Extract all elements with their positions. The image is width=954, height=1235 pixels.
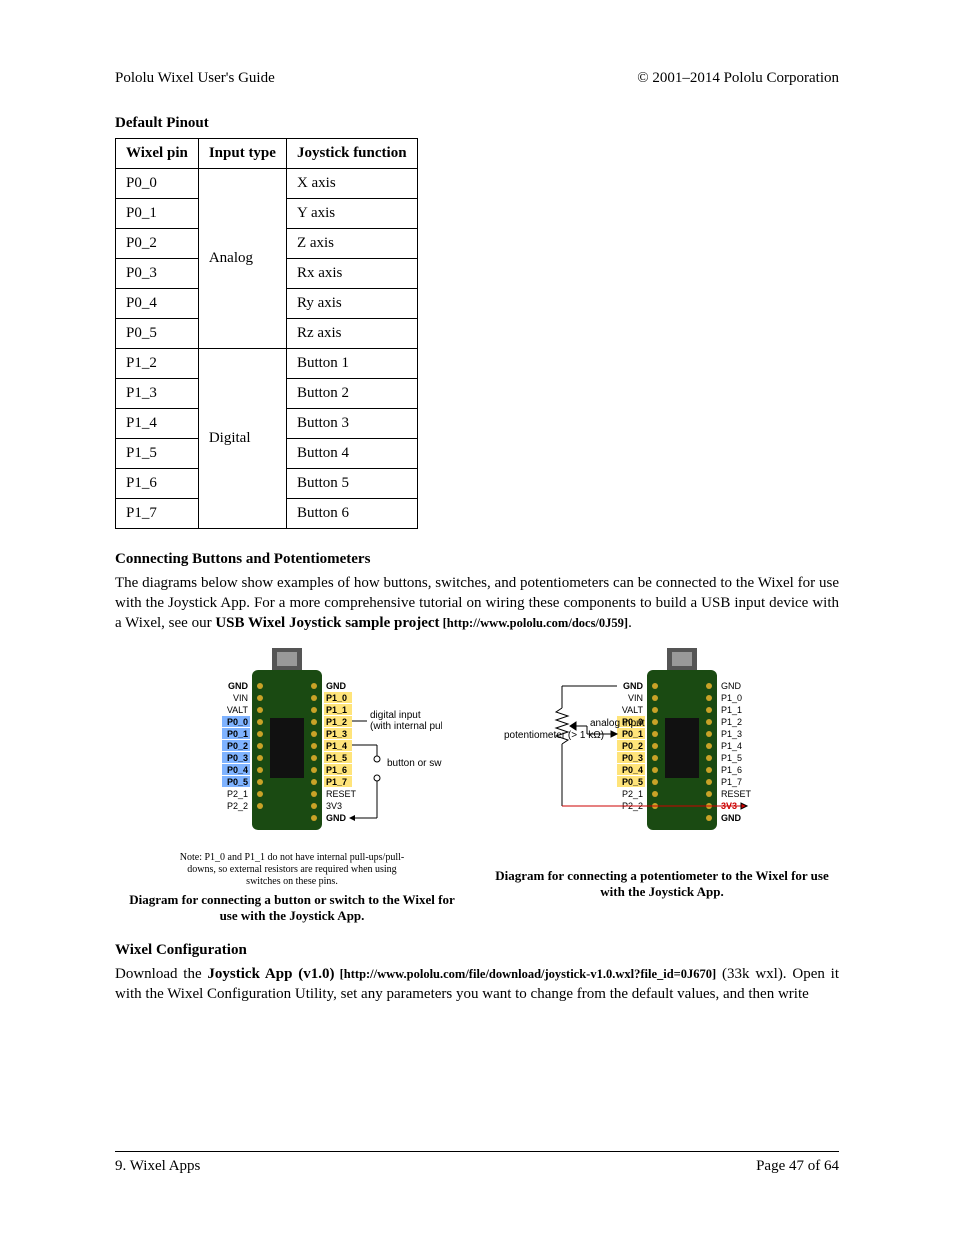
- svg-text:P1_4: P1_4: [721, 741, 742, 751]
- svg-text:P2_1: P2_1: [227, 789, 248, 799]
- svg-text:RESET: RESET: [721, 789, 752, 799]
- svg-text:P2_2: P2_2: [227, 801, 248, 811]
- svg-text:analog input: analog input: [590, 718, 645, 729]
- svg-text:P1_1: P1_1: [721, 705, 742, 715]
- svg-text:button or switch: button or switch: [387, 758, 442, 769]
- footer-section: 9. Wixel Apps: [115, 1158, 200, 1175]
- footer-page: Page 47 of 64: [756, 1158, 839, 1175]
- svg-text:P1_2: P1_2: [326, 717, 347, 727]
- diagram-button-icon: GND VIN VALT P0_0 P0_1 P0_2 P0_3 P0_4 P0…: [142, 648, 442, 848]
- svg-text:P1_5: P1_5: [721, 753, 742, 763]
- svg-text:P1_6: P1_6: [326, 765, 347, 775]
- svg-text:RESET: RESET: [326, 789, 357, 799]
- svg-text:P1_3: P1_3: [326, 729, 347, 739]
- svg-text:P1_3: P1_3: [721, 729, 742, 739]
- heading-connecting: Connecting Buttons and Potentiometers: [115, 551, 839, 568]
- svg-text:P1_4: P1_4: [326, 741, 347, 751]
- svg-text:VALT: VALT: [622, 705, 644, 715]
- svg-text:P0_2: P0_2: [622, 741, 643, 751]
- page-footer: 9. Wixel Apps Page 47 of 64: [115, 1151, 839, 1175]
- link-joystick-app[interactable]: Joystick App (v1.0): [207, 966, 334, 982]
- page-header: Pololu Wixel User's Guide © 2001–2014 Po…: [115, 70, 839, 87]
- svg-text:P1_7: P1_7: [721, 777, 742, 787]
- svg-text:P0_2: P0_2: [227, 741, 248, 751]
- table-row: P1_2DigitalButton 1: [116, 349, 418, 379]
- figure2-caption: Diagram for connecting a potentiometer t…: [492, 868, 832, 901]
- th-pin: Wixel pin: [116, 139, 199, 169]
- svg-text:P1_7: P1_7: [326, 777, 347, 787]
- svg-text:VALT: VALT: [227, 705, 249, 715]
- svg-text:P0_4: P0_4: [622, 765, 643, 775]
- table-header-row: Wixel pin Input type Joystick function: [116, 139, 418, 169]
- svg-text:digital input: digital input: [370, 710, 421, 721]
- pinout-table: Wixel pin Input type Joystick function P…: [115, 138, 418, 529]
- page: Pololu Wixel User's Guide © 2001–2014 Po…: [0, 0, 954, 1235]
- paragraph-connecting: The diagrams below show examples of how …: [115, 574, 839, 634]
- svg-text:P0_5: P0_5: [227, 777, 248, 787]
- svg-text:P2_1: P2_1: [622, 789, 643, 799]
- svg-text:(with internal pull-up enabled: (with internal pull-up enabled): [370, 721, 442, 732]
- svg-text:P0_1: P0_1: [227, 729, 248, 739]
- svg-text:GND: GND: [623, 681, 644, 691]
- svg-text:potentiometer (> 1 kΩ): potentiometer (> 1 kΩ): [504, 730, 604, 741]
- header-right: © 2001–2014 Pololu Corporation: [637, 70, 839, 87]
- figure-pot-diagram: GND VIN VALT P0_0 P0_1 P0_2 P0_3 P0_4 P0…: [492, 648, 832, 925]
- svg-text:GND: GND: [326, 681, 347, 691]
- diagram-potentiometer-icon: GND VIN VALT P0_0 P0_1 P0_2 P0_3 P0_4 P0…: [502, 648, 822, 848]
- svg-text:GND: GND: [721, 813, 742, 823]
- svg-text:GND: GND: [721, 681, 742, 691]
- svg-text:GND: GND: [326, 813, 347, 823]
- svg-text:P0_3: P0_3: [622, 753, 643, 763]
- svg-text:P0_3: P0_3: [227, 753, 248, 763]
- svg-text:VIN: VIN: [628, 693, 643, 703]
- svg-text:P1_0: P1_0: [326, 693, 347, 703]
- figure-button-diagram: GND VIN VALT P0_0 P0_1 P0_2 P0_3 P0_4 P0…: [122, 648, 462, 925]
- heading-wixel-config: Wixel Configuration: [115, 942, 839, 959]
- svg-text:P1_6: P1_6: [721, 765, 742, 775]
- heading-default-pinout: Default Pinout: [115, 115, 839, 132]
- th-fn: Joystick function: [286, 139, 417, 169]
- svg-text:P1_0: P1_0: [721, 693, 742, 703]
- paragraph-download: Download the Joystick App (v1.0) [http:/…: [115, 965, 839, 1005]
- svg-text:P1_1: P1_1: [326, 705, 347, 715]
- th-type: Input type: [198, 139, 286, 169]
- svg-text:GND: GND: [228, 681, 249, 691]
- figures-row: GND VIN VALT P0_0 P0_1 P0_2 P0_3 P0_4 P0…: [115, 648, 839, 925]
- svg-text:VIN: VIN: [233, 693, 248, 703]
- svg-text:P0_4: P0_4: [227, 765, 248, 775]
- link-sample-project[interactable]: USB Wixel Joystick sample project: [215, 615, 439, 631]
- svg-text:3V3: 3V3: [326, 801, 342, 811]
- svg-text:P0_1: P0_1: [622, 729, 643, 739]
- svg-text:P1_5: P1_5: [326, 753, 347, 763]
- svg-text:P1_2: P1_2: [721, 717, 742, 727]
- table-row: P0_0AnalogX axis: [116, 169, 418, 199]
- header-left: Pololu Wixel User's Guide: [115, 70, 275, 87]
- figure1-note: Note: P1_0 and P1_1 do not have internal…: [172, 852, 412, 888]
- svg-text:P0_0: P0_0: [227, 717, 248, 727]
- svg-text:P0_5: P0_5: [622, 777, 643, 787]
- figure1-caption: Diagram for connecting a button or switc…: [122, 892, 462, 925]
